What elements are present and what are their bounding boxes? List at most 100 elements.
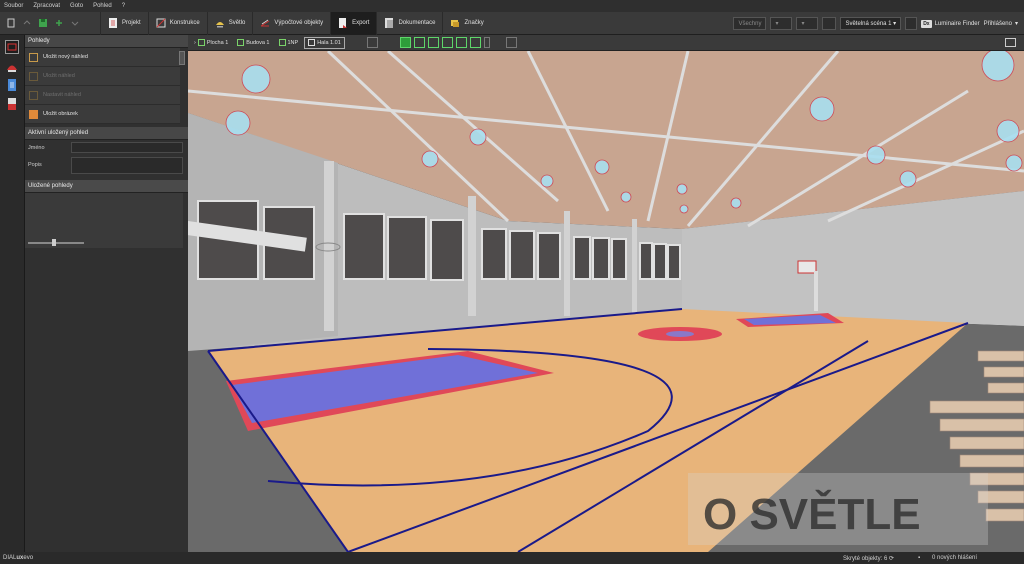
messages-status[interactable]: 0 nových hlášení — [932, 555, 977, 561]
active-view-title: Aktivní uložený pohled — [25, 127, 188, 140]
mode-dokumentace[interactable]: Dokumentace — [376, 11, 442, 35]
viewport-toolbar: › Plocha 1 Budova 1 1NP Hala 1.01 — [188, 35, 1024, 51]
panel-scrollbar[interactable] — [179, 51, 185, 65]
center-circle-inner — [666, 331, 694, 337]
viewport-icon[interactable] — [5, 40, 19, 54]
name-field-row: Jméno — [25, 140, 188, 155]
view-back-button[interactable] — [469, 37, 481, 48]
project-icon — [109, 18, 117, 28]
menu-zpracovat[interactable]: Zpracovat — [33, 3, 60, 9]
disabled-dropdown-c[interactable] — [822, 17, 837, 30]
documentation-icon — [385, 18, 394, 28]
chevron-down-icon: ▾ — [801, 21, 805, 27]
name-input[interactable] — [71, 142, 183, 153]
thumbnail-size-slider[interactable] — [28, 239, 86, 246]
monitor-icon[interactable] — [1005, 38, 1016, 47]
view-iso-button[interactable] — [455, 37, 467, 48]
redo-icon[interactable] — [70, 18, 80, 28]
set-view-button[interactable]: Nastavit náhled — [25, 86, 180, 105]
select-tool-button[interactable] — [505, 37, 517, 48]
document-icon[interactable] — [5, 78, 19, 92]
dimension-tool-button[interactable] — [547, 37, 558, 48]
mode-znacky[interactable]: Značky — [442, 11, 490, 35]
breadcrumb-podlazi[interactable]: 1NP — [276, 37, 302, 49]
save-image-button[interactable]: Uložit obrázek — [25, 105, 180, 124]
breadcrumb-budova-label: Budova 1 — [246, 39, 270, 46]
export-icon — [339, 18, 348, 28]
mode-svetlo-label: Světlo — [228, 20, 246, 26]
view-front-button[interactable] — [427, 37, 439, 48]
refresh-icon[interactable]: ⟳ — [889, 556, 894, 562]
saved-views-title: Uložené pohledy — [25, 180, 188, 193]
save-image-label: Uložit obrázek — [43, 111, 78, 117]
disabled-select[interactable]: Všechny — [733, 17, 767, 30]
mode-konstrukce[interactable]: Konstrukce — [147, 11, 207, 35]
breadcrumb-hala[interactable]: Hala 1.01 — [304, 36, 345, 49]
undo-icon[interactable] — [22, 18, 32, 28]
view-side-button[interactable] — [441, 37, 453, 48]
grid-view-button[interactable] — [366, 37, 378, 48]
watermark-text: O SVĚTLE — [703, 489, 921, 539]
dialux-logo: DIALuxevo — [0, 555, 33, 561]
light-scene-select[interactable]: Světelná scéna 1 ▾ — [840, 17, 902, 30]
breadcrumb-plocha[interactable]: › Plocha 1 — [191, 37, 231, 49]
measure-tool-button[interactable] — [533, 37, 544, 48]
luminaire-finder-button[interactable]: Dx Luminaire Finder — [921, 19, 980, 28]
breadcrumb-podlazi-label: 1NP — [287, 39, 299, 46]
message-icon[interactable]: ▪ — [918, 555, 920, 561]
3d-viewport[interactable]: O SVĚTLE — [188, 51, 1024, 552]
luminaire-finder-label: Luminaire Finder — [934, 20, 980, 27]
view-more-dropdown[interactable] — [483, 37, 490, 48]
mode-vypoctove-objekty[interactable]: Výpočtové objekty — [252, 11, 330, 35]
breadcrumb-hala-label: Hala 1.01 — [317, 39, 341, 46]
render-icon[interactable] — [5, 59, 19, 73]
logo-dial: DIAL — [3, 555, 17, 561]
menu-goto[interactable]: Goto — [70, 3, 83, 9]
panel-title: Pohledy — [25, 35, 188, 48]
slider-track — [28, 242, 84, 244]
menu-help[interactable]: ? — [122, 3, 125, 9]
view-3d-button[interactable] — [399, 37, 411, 48]
light-icon — [215, 22, 224, 28]
save-view-button[interactable]: Uložit náhled — [25, 67, 180, 86]
view-floor-button[interactable] — [413, 37, 425, 48]
breadcrumb-plocha-label: Plocha 1 — [206, 39, 229, 46]
3d-scene[interactable]: O SVĚTLE — [188, 51, 1024, 552]
disabled-dropdown-b[interactable]: ▾ — [796, 17, 819, 30]
login-label: Přihlášeno — [983, 20, 1012, 27]
hidden-objects-status[interactable]: Skryté objekty: 6 ⟳ — [843, 555, 894, 562]
menu-pohled[interactable]: Pohled — [93, 3, 112, 9]
status-bar: DIALuxevo Skryté objekty: 6 ⟳ ▪ 0 nových… — [0, 552, 1024, 564]
slider-handle[interactable] — [52, 239, 56, 246]
save-icon[interactable] — [38, 18, 48, 28]
mode-projekt-label: Projekt — [122, 20, 141, 26]
chevron-right-icon: › — [194, 39, 196, 46]
new-file-icon[interactable] — [6, 18, 16, 28]
mode-znacky-label: Značky — [464, 20, 484, 26]
left-icon-strip — [0, 35, 25, 552]
pdf-icon[interactable] — [5, 97, 19, 111]
save-new-view-button[interactable]: Uložit nový náhled — [25, 48, 180, 67]
tags-icon — [451, 20, 460, 27]
breadcrumb-budova[interactable]: Budova 1 — [234, 37, 272, 49]
mode-svetlo[interactable]: Světlo — [206, 11, 253, 35]
light-scene-label: Světelná scéna 1 — [845, 20, 892, 27]
menu-bar: Soubor Zpracovat Goto Pohled ? — [0, 0, 1024, 12]
add-icon[interactable] — [54, 18, 64, 28]
login-menu[interactable]: Přihlášeno ▾ — [983, 20, 1018, 28]
description-label: Popis — [28, 162, 42, 168]
watermark: O SVĚTLE — [688, 473, 988, 545]
mode-konstrukce-label: Konstrukce — [169, 20, 200, 26]
set-view-label: Nastavit náhled — [43, 92, 81, 98]
menu-soubor[interactable]: Soubor — [4, 3, 23, 9]
description-input[interactable] — [71, 156, 183, 174]
calc-objects-icon — [261, 19, 270, 27]
scene-settings-button[interactable] — [905, 17, 918, 30]
area-icon — [197, 39, 205, 46]
chevron-down-icon: ▾ — [1014, 21, 1018, 27]
mode-export[interactable]: Export — [330, 11, 377, 35]
mode-projekt[interactable]: Projekt — [100, 11, 148, 35]
mode-export-label: Export — [352, 20, 370, 26]
disabled-dropdown-a[interactable]: ▾ — [770, 17, 793, 30]
save-new-view-label: Uložit nový náhled — [43, 54, 88, 60]
